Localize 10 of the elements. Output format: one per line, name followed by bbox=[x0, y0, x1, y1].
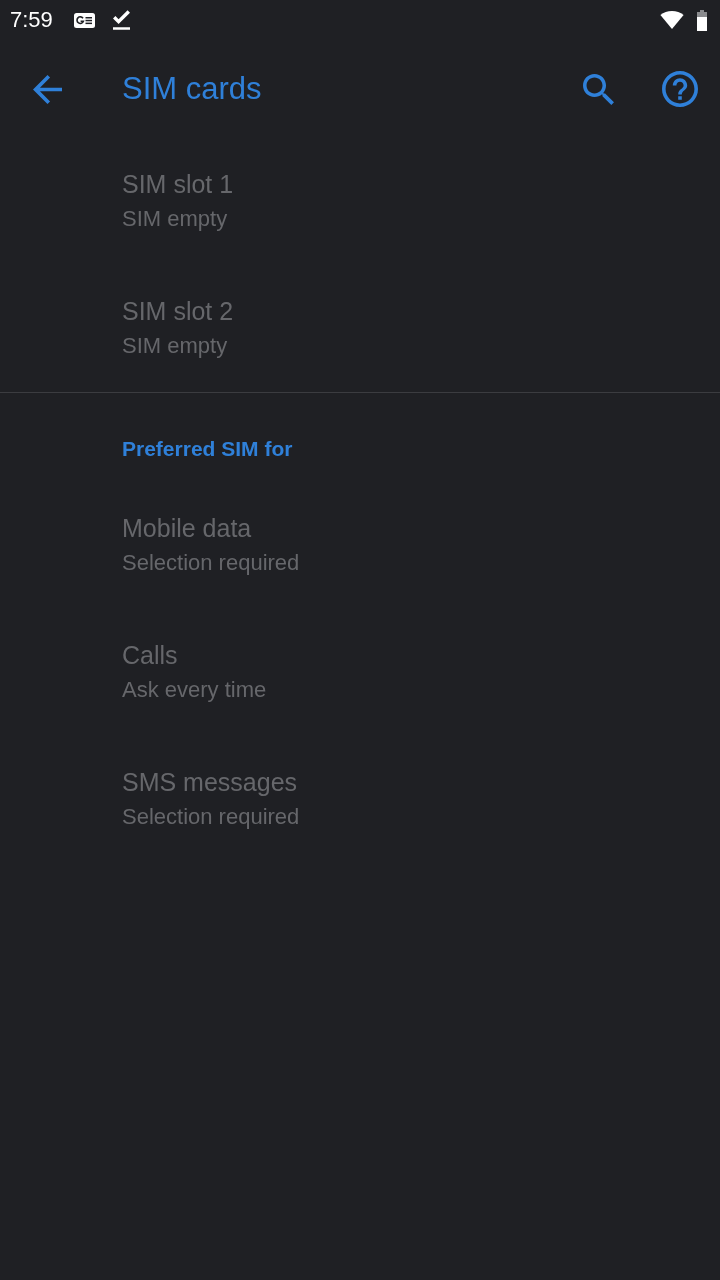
status-time: 7:59 bbox=[10, 7, 53, 33]
battery-icon bbox=[697, 9, 707, 31]
back-arrow-icon[interactable] bbox=[33, 74, 62, 104]
news-card-icon bbox=[73, 12, 95, 28]
help-icon[interactable] bbox=[662, 71, 698, 107]
wifi-icon bbox=[660, 11, 684, 29]
search-icon[interactable] bbox=[583, 73, 614, 105]
page-title: SIM cards bbox=[122, 71, 262, 107]
check-underline-icon bbox=[112, 10, 130, 30]
section-header: Preferred SIM for bbox=[122, 436, 293, 462]
